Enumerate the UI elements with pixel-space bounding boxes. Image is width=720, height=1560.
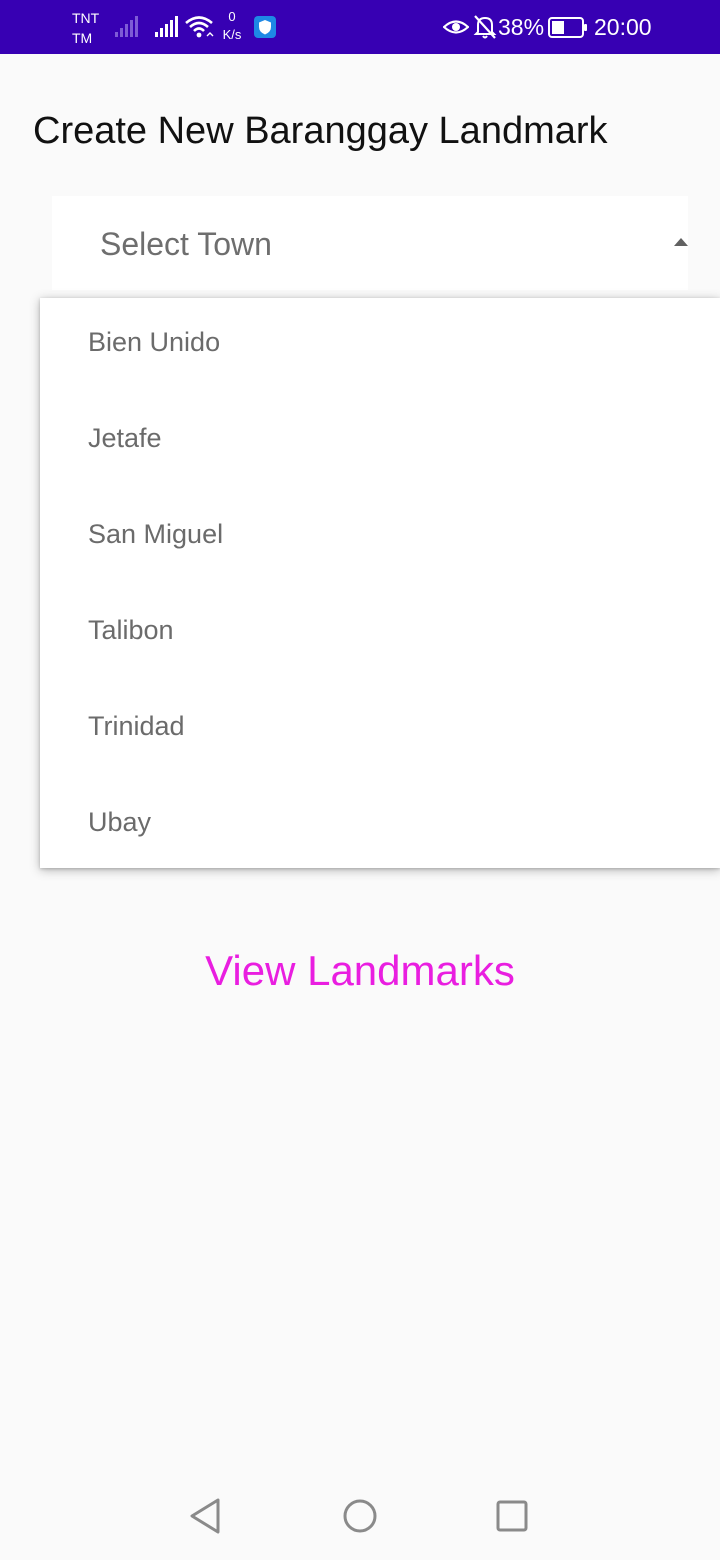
- town-spinner[interactable]: Select Town: [52, 196, 688, 290]
- dropdown-item-label: San Miguel: [88, 519, 224, 549]
- dropdown-item-label: Bien Unido: [88, 327, 221, 357]
- net-speed-unit: K/s: [222, 27, 242, 42]
- carrier-line-2: TM: [72, 30, 93, 46]
- dropdown-item-label: Jetafe: [88, 423, 162, 453]
- screen: TNT TM 0 K/s 38% 20:00 Create New Barang…: [0, 0, 720, 1560]
- view-landmarks-button[interactable]: View Landmarks: [0, 944, 720, 998]
- net-speed: 0 K/s: [218, 8, 246, 44]
- dropdown-item-ubay[interactable]: Ubay: [40, 778, 720, 874]
- bell-off-icon: [473, 15, 497, 39]
- town-dropdown-list: Bien Unido Jetafe San Miguel Talibon Tri…: [40, 298, 720, 868]
- home-icon[interactable]: [340, 1496, 380, 1536]
- eye-icon: [443, 20, 469, 34]
- signal-weak-icon: [115, 16, 138, 37]
- battery-icon: [548, 17, 587, 38]
- clock: 20:00: [594, 14, 652, 40]
- dropdown-item-bien-unido[interactable]: Bien Unido: [40, 298, 720, 394]
- page-title: Create New Baranggay Landmark: [33, 110, 608, 152]
- back-icon[interactable]: [186, 1496, 226, 1536]
- dropdown-item-jetafe[interactable]: Jetafe: [40, 394, 720, 490]
- spinner-selected-text: Select Town: [100, 226, 272, 262]
- carrier-line-1: TNT: [72, 10, 100, 26]
- battery-percent: 38%: [498, 14, 545, 40]
- dropdown-item-san-miguel[interactable]: San Miguel: [40, 490, 720, 586]
- status-bar: TNT TM 0 K/s 38% 20:00: [0, 0, 720, 54]
- caret-up-icon: [674, 238, 688, 246]
- net-speed-value: 0: [228, 9, 236, 24]
- dropdown-item-label: Ubay: [88, 807, 152, 837]
- dropdown-item-label: Trinidad: [88, 711, 185, 741]
- dropdown-item-talibon[interactable]: Talibon: [40, 586, 720, 682]
- shield-icon: [254, 16, 276, 38]
- wifi-icon: [185, 16, 214, 38]
- recents-icon[interactable]: [492, 1496, 532, 1536]
- signal-icon: [155, 16, 178, 37]
- navigation-bar: [0, 1470, 720, 1560]
- dropdown-item-trinidad[interactable]: Trinidad: [40, 682, 720, 778]
- carrier-label: TNT TM: [72, 8, 99, 48]
- dropdown-item-label: Talibon: [88, 615, 174, 645]
